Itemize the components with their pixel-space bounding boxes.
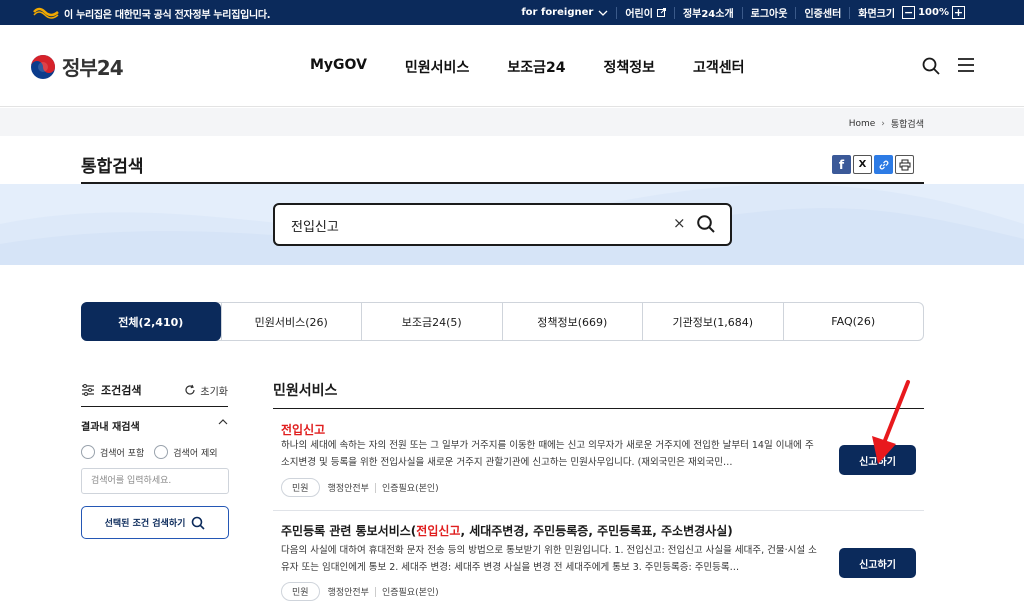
refine-options: 검색어 포함 검색어 제외 xyxy=(81,445,228,459)
filter-divider xyxy=(81,406,228,407)
zoom-out-button[interactable]: − xyxy=(902,6,916,19)
auth-requirement: 인증필요(본인) xyxy=(381,588,439,598)
filter-title: 조건검색 xyxy=(101,384,142,397)
breadcrumb-bar: Home › 통합검색 xyxy=(0,108,1024,136)
auth-requirement: 인증필요(본인) xyxy=(381,484,439,494)
tab-subsidy24[interactable]: 보조금24(5) xyxy=(361,303,502,340)
site-logo[interactable]: 정부24 xyxy=(30,52,124,81)
result-item: 전입신고 하나의 세대에 속하는 자의 전원 또는 그 일부가 거주지를 이동한… xyxy=(273,410,924,510)
nav-subsidy24[interactable]: 보조금24 xyxy=(507,57,565,77)
result-meta: 민원 행정안전부 인증필요(본인) xyxy=(281,478,439,497)
meta-separator xyxy=(374,482,376,493)
site-header: 정부24 MyGOV 민원서비스 보조금24 정책정보 고객센터 xyxy=(0,25,1024,107)
radio-circle xyxy=(154,445,169,459)
tab-civil-service[interactable]: 민원서비스(26) xyxy=(220,303,362,340)
exclude-keyword-radio[interactable]: 검색어 제외 xyxy=(154,445,218,459)
zoom-control: 화면크기 − 100% + xyxy=(849,6,976,20)
radio-circle xyxy=(81,445,95,459)
tab-policy[interactable]: 정책정보(669) xyxy=(501,303,643,340)
result-meta: 민원 행정안전부 인증필요(본인) xyxy=(281,582,439,601)
section-title: 민원서비스 xyxy=(273,383,338,399)
nav-policy[interactable]: 정책정보 xyxy=(603,57,655,77)
hamburger-menu-icon[interactable] xyxy=(957,57,975,73)
reset-filter-button[interactable]: 초기화 xyxy=(184,383,228,398)
result-title[interactable]: 전입신고 xyxy=(281,421,325,438)
gov-notice-text: 이 누리집은 대한민국 공식 전자정부 누리집입니다. xyxy=(64,10,271,21)
for-foreigner-link[interactable]: for foreigner xyxy=(513,7,616,19)
main-nav: MyGOV 민원서비스 보조금24 정책정보 고객센터 xyxy=(310,57,783,77)
breadcrumb-current: 통합검색 xyxy=(890,120,924,130)
print-icon[interactable] xyxy=(895,155,914,174)
category-chip: 민원 xyxy=(281,582,320,601)
chevron-down-icon xyxy=(598,10,608,16)
search-box: × xyxy=(273,203,732,246)
meta-separator xyxy=(374,586,376,597)
tab-all[interactable]: 전체(2,410) xyxy=(81,302,221,341)
search-submit-icon[interactable] xyxy=(696,214,716,234)
logo-text: 정부24 xyxy=(62,56,124,80)
breadcrumb-home[interactable]: Home xyxy=(849,119,876,129)
page-title: 통합검색 xyxy=(81,157,144,177)
refine-keyword-input[interactable] xyxy=(81,468,229,494)
external-link-icon xyxy=(656,8,666,17)
section-divider xyxy=(273,408,924,409)
agency-name: 행정안전부 xyxy=(327,484,369,494)
result-description: 하나의 세대에 속하는 자의 전원 또는 그 일부가 거주지를 이동한 때에는 … xyxy=(281,440,814,468)
clear-search-icon[interactable]: × xyxy=(673,214,686,232)
filter-sliders-icon xyxy=(82,384,94,396)
keyword-highlight: 전입신고 xyxy=(281,423,326,437)
gov-notice-bar: 이 누리집은 대한민국 공식 전자정부 누리집입니다. for foreigne… xyxy=(0,0,1024,25)
zoom-value: 100% xyxy=(918,7,949,18)
chevron-right-icon: › xyxy=(881,118,885,129)
zoom-label: 화면크기 xyxy=(858,9,896,20)
breadcrumb: Home › 통합검색 xyxy=(849,117,924,131)
refresh-icon xyxy=(185,384,195,395)
tab-faq[interactable]: FAQ(26) xyxy=(782,303,924,340)
search-icon xyxy=(192,516,205,530)
share-toolbar: f X xyxy=(832,155,916,174)
category-chip: 민원 xyxy=(281,478,320,497)
link-copy-icon[interactable] xyxy=(874,155,893,174)
keyword-highlight: 전입신고 xyxy=(416,524,461,538)
x-share-icon[interactable]: X xyxy=(853,155,872,174)
result-divider xyxy=(273,510,924,511)
report-button[interactable]: 신고하기 xyxy=(839,445,916,475)
taegeuk-emblem-icon xyxy=(31,54,55,79)
filter-header: 조건검색 초기화 xyxy=(81,382,228,398)
nav-mygov[interactable]: MyGOV xyxy=(310,57,367,77)
cert-center-link[interactable]: 인증센터 xyxy=(795,6,849,20)
about-link[interactable]: 정부24소개 xyxy=(673,6,742,20)
chevron-up-icon xyxy=(218,419,228,425)
refine-search-title: 결과내 재검색 xyxy=(81,422,140,433)
apply-filter-button[interactable]: 선택된 조건 검색하기 xyxy=(81,506,229,539)
include-keyword-radio[interactable]: 검색어 포함 xyxy=(81,445,144,459)
result-item: 주민등록 관련 통보서비스(전입신고, 세대주변경, 주민등록증, 주민등록표,… xyxy=(273,512,924,611)
search-input[interactable] xyxy=(291,215,651,235)
zoom-in-button[interactable]: + xyxy=(952,6,965,19)
result-title[interactable]: 주민등록 관련 통보서비스(전입신고, 세대주변경, 주민등록증, 주민등록표,… xyxy=(281,522,733,539)
e-gov-mark-icon xyxy=(33,7,59,19)
logout-link[interactable]: 로그아웃 xyxy=(741,6,796,20)
result-category-tabs: 전체(2,410) 민원서비스(26) 보조금24(5) 정책정보(669) 기… xyxy=(81,302,924,341)
search-icon[interactable] xyxy=(921,56,941,76)
nav-civil-service[interactable]: 민원서비스 xyxy=(405,57,469,77)
kids-link[interactable]: 어린이 xyxy=(616,6,674,20)
tab-agency[interactable]: 기관정보(1,684) xyxy=(642,303,783,340)
facebook-share-icon[interactable]: f xyxy=(832,155,851,174)
nav-customer-center[interactable]: 고객센터 xyxy=(693,57,745,77)
refine-search-header[interactable]: 결과내 재검색 xyxy=(81,418,228,433)
result-description: 다음의 사실에 대하여 휴대전화 문자 전송 등의 방법으로 통보받기 위한 민… xyxy=(281,545,817,573)
agency-name: 행정안전부 xyxy=(327,588,369,598)
report-button[interactable]: 신고하기 xyxy=(839,548,916,578)
